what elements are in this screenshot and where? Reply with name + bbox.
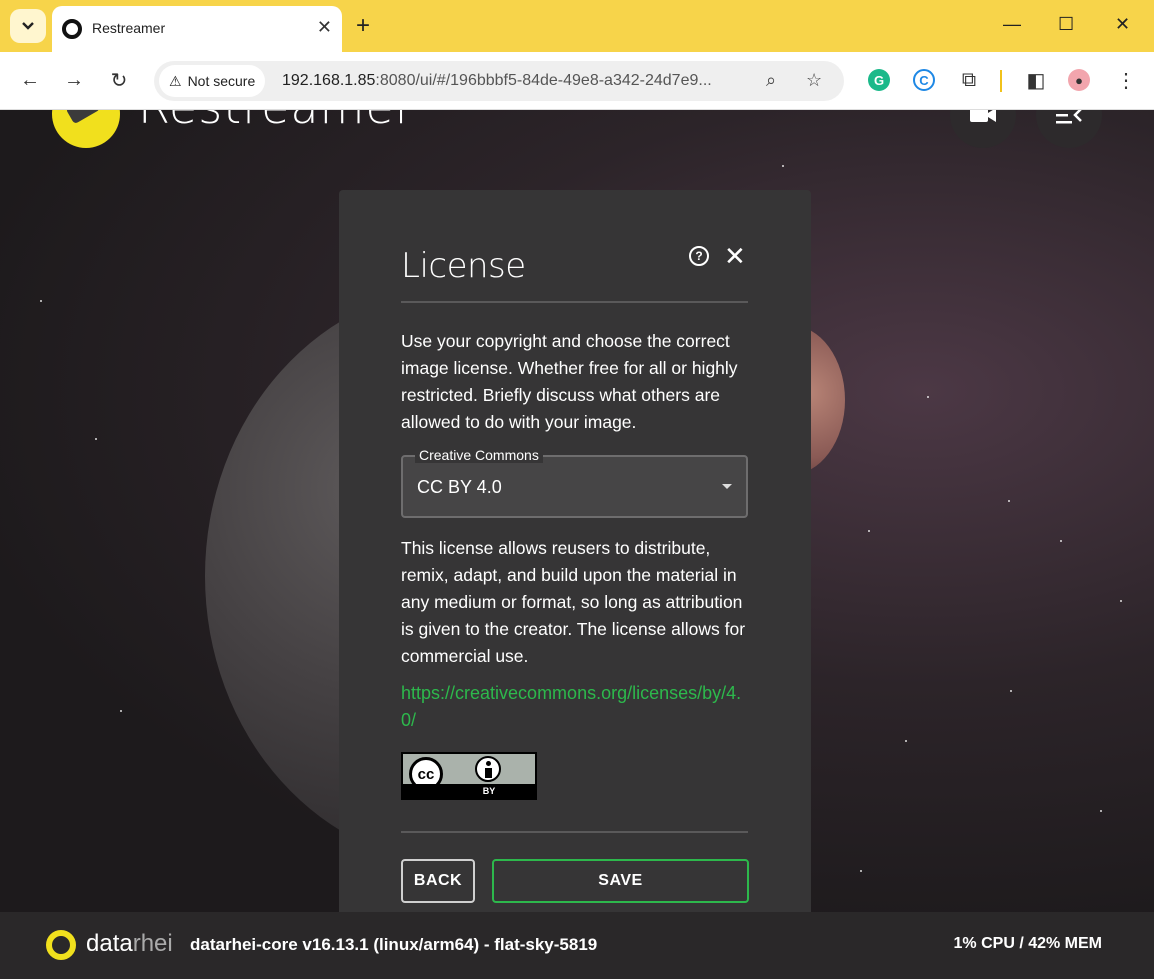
star (868, 530, 870, 532)
intro-text: Use your copyright and choose the correc… (401, 331, 738, 432)
address-bar[interactable]: ⚠ Not secure 192.168.1.85:8080/ui/#/196b… (154, 61, 844, 101)
c-extension-icon[interactable]: C (913, 69, 935, 91)
app-footer: datarhei datarhei-core v16.13.1 (linux/a… (0, 912, 1154, 979)
app-brand: Restreamer (138, 110, 415, 134)
save-button[interactable]: SAVE (492, 859, 749, 903)
core-version-info: datarhei-core v16.13.1 (linux/arm64) - f… (190, 935, 598, 954)
tab-search-button[interactable] (10, 9, 46, 43)
license-link[interactable]: https://creativecommons.org/licenses/by/… (401, 680, 753, 734)
menu-open-icon (1056, 110, 1082, 124)
resource-stats: 1% CPU / 42% MEM (953, 935, 1102, 952)
warning-icon: ⚠ (169, 72, 182, 89)
chevron-down-icon (22, 22, 34, 30)
dialog-title: License (401, 246, 526, 286)
star (1120, 600, 1122, 602)
back-button[interactable]: BACK (401, 859, 475, 903)
reload-icon[interactable]: ↻ (105, 66, 133, 94)
star (1008, 500, 1010, 502)
star (1100, 810, 1102, 812)
window-close-icon[interactable]: ✕ (1115, 14, 1130, 35)
star (95, 438, 97, 440)
select-value: CC BY 4.0 (417, 477, 502, 497)
browser-tab-bar: Restreamer ✕ + — ☐ ✕ (0, 0, 1154, 52)
star (860, 870, 862, 872)
back-arrow-icon[interactable]: ← (16, 66, 44, 94)
tab-title: Restreamer (92, 20, 166, 36)
extensions-puzzle-icon[interactable]: ⧉ (955, 66, 983, 94)
zoom-icon[interactable]: ⌕ (766, 70, 776, 91)
star (905, 740, 907, 742)
help-icon[interactable]: ? (689, 246, 709, 266)
side-panel-icon[interactable]: ◧ (1022, 66, 1050, 94)
profile-avatar[interactable]: ● (1068, 69, 1090, 91)
minimize-icon[interactable]: — (1003, 14, 1021, 35)
restreamer-logo-icon (52, 110, 120, 148)
star (40, 300, 42, 302)
star (120, 710, 122, 712)
maximize-icon[interactable]: ☐ (1058, 14, 1074, 35)
datarhei-logo-icon (46, 930, 76, 960)
bookmark-star-icon[interactable]: ☆ (806, 70, 822, 91)
restreamer-page: Restreamer License ? ✕ Use your copyrigh… (0, 110, 1154, 912)
star (1010, 690, 1012, 692)
new-tab-button[interactable]: + (356, 12, 370, 40)
datarhei-wordmark: datarhei (86, 930, 173, 957)
title-divider (401, 301, 748, 303)
license-dialog: License ? ✕ Use your copyright and choos… (339, 190, 811, 912)
grammarly-extension-icon[interactable]: G (868, 69, 890, 91)
footer-divider (401, 831, 748, 833)
badge-by-label: BY (403, 784, 535, 798)
cc-by-badge: cc BY (401, 752, 537, 800)
security-label: Not secure (187, 73, 256, 89)
select-label: Creative Commons (415, 447, 543, 463)
video-camera-button[interactable] (950, 110, 1016, 148)
video-camera-icon (970, 110, 996, 122)
close-icon[interactable]: ✕ (724, 241, 746, 272)
forward-arrow-icon[interactable]: → (60, 66, 88, 94)
toolbar-divider (1000, 70, 1002, 92)
browser-tab[interactable]: Restreamer ✕ (52, 6, 342, 52)
star (1060, 540, 1062, 542)
attribution-person-icon (475, 756, 501, 782)
security-chip[interactable]: ⚠ Not secure (159, 65, 266, 97)
license-select[interactable]: Creative Commons CC BY 4.0 (401, 447, 748, 518)
license-description: This license allows reusers to distribut… (401, 538, 746, 666)
url-text[interactable]: 192.168.1.85:8080/ui/#/196bbbf5-84de-49e… (282, 72, 712, 90)
restreamer-favicon-icon (62, 19, 82, 39)
star (927, 396, 929, 398)
star (782, 165, 784, 167)
browser-menu-icon[interactable]: ⋮ (1112, 66, 1140, 94)
browser-toolbar: ← → ↻ ⚠ Not secure 192.168.1.85:8080/ui/… (0, 52, 1154, 110)
menu-button[interactable] (1036, 110, 1102, 148)
dropdown-arrow-icon (722, 484, 732, 489)
tab-close-icon[interactable]: ✕ (317, 17, 332, 38)
